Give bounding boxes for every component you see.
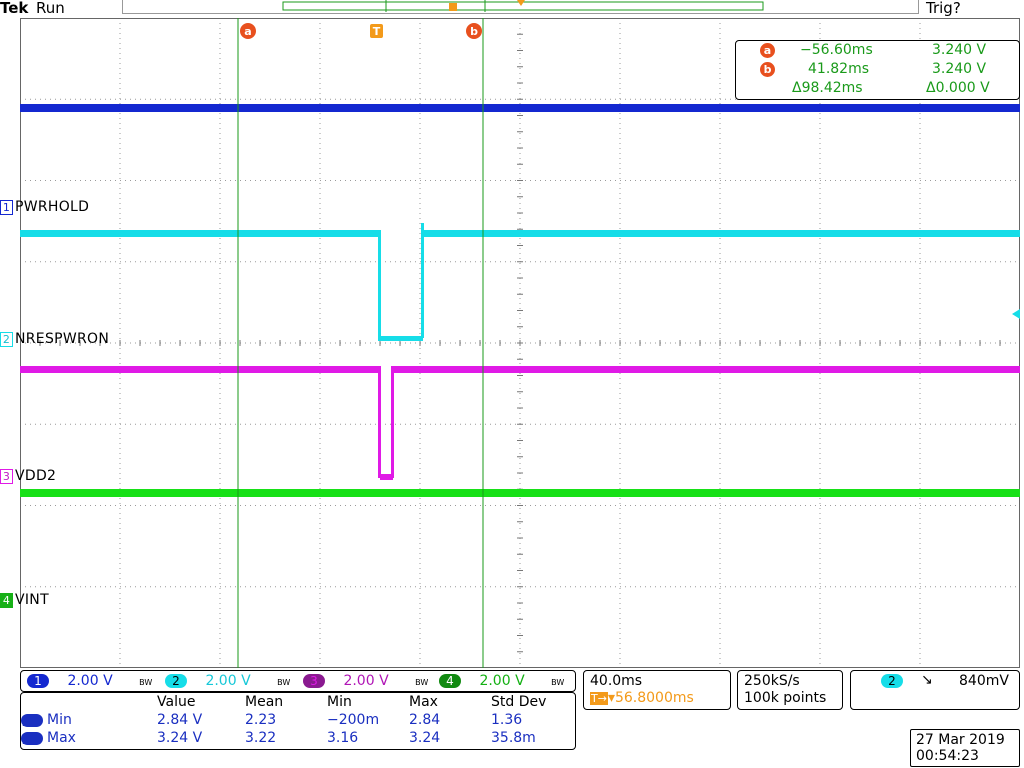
horizontal-panel[interactable]: 40.0ms T→▾56.8000ms [583, 670, 731, 710]
sample-rate: 250kS/s [744, 673, 800, 689]
trigger-level-arrow[interactable] [1012, 309, 1020, 319]
cursor-a-time: −56.60ms [800, 42, 873, 58]
time-scale: 40.0ms [590, 673, 643, 689]
trigger-source: 2 [881, 674, 903, 688]
ch4-scale[interactable]: 4 2.00 V BW [439, 673, 564, 689]
ch2-scale[interactable]: 2 2.00 V BW [165, 673, 290, 689]
acquisition-panel[interactable]: 250kS/s 100k points [737, 670, 843, 710]
cursor-delta-volt: Δ0.000 V [926, 80, 990, 96]
cursor-b-icon: b [760, 62, 775, 77]
record-length: 100k points [744, 690, 827, 706]
falling-edge-icon: ↘ [921, 672, 933, 688]
ch3-label[interactable]: 3 VDD2 [0, 468, 56, 484]
trigger-level: 840mV [959, 673, 1009, 689]
trigger-marker: T [370, 24, 383, 38]
brand-logo: Tek [0, 0, 29, 17]
run-state: Run [36, 0, 65, 17]
cursor-b-marker[interactable]: b [466, 23, 482, 39]
table-row[interactable]: 1 Min 2.84 V 2.23 −200m 2.84 1.36 [21, 711, 575, 730]
ch3-scale[interactable]: 3 2.00 V BW [303, 673, 428, 689]
ch2-label[interactable]: 2 NRESPWRON [0, 331, 109, 347]
measurement-table[interactable]: Value Mean Min Max Std Dev 1 Min 2.84 V 2… [20, 692, 576, 750]
waveform-display[interactable]: a T b [20, 18, 1020, 668]
cursor-a-volt: 3.240 V [932, 42, 987, 58]
cursor-delta-time: Δ98.42ms [792, 80, 863, 96]
date-text: 27 Mar 2019 [916, 732, 1005, 748]
datetime-panel: 27 Mar 2019 00:54:23 [910, 729, 1020, 767]
trigger-panel[interactable]: 2 ↘ 840mV [850, 670, 1020, 710]
ch4-label[interactable]: 4 VINT [0, 592, 49, 608]
ch1-scale[interactable]: 1 2.00 V BW [27, 673, 152, 689]
trigger-position: T→▾56.8000ms [590, 690, 694, 706]
cursor-a-marker[interactable]: a [240, 23, 256, 39]
trigger-state: Trig? [926, 0, 961, 17]
ch4-trace [20, 489, 1020, 497]
ch1-trace [20, 104, 1020, 112]
cursor-b-volt: 3.240 V [932, 61, 987, 77]
vertical-scale-bar: 1 2.00 V BW 2 2.00 V BW 3 2.00 V BW 4 2.… [20, 670, 576, 692]
svg-text:T: T [373, 25, 381, 38]
measurement-header-row: Value Mean Min Max Std Dev [157, 694, 547, 710]
status-bar: Tek Run Trig? [0, 0, 1024, 18]
svg-text:a: a [244, 25, 251, 38]
table-row[interactable]: 1 Max 3.24 V 3.22 3.16 3.24 35.8m [21, 729, 575, 748]
cursor-b-time: 41.82ms [808, 61, 870, 77]
record-view[interactable] [122, 0, 919, 14]
cursor-a-icon: a [760, 43, 775, 58]
cursor-readout: a −56.60ms 3.240 V b 41.82ms 3.240 V Δ98… [735, 40, 1020, 100]
svg-text:b: b [470, 25, 478, 38]
ch1-label[interactable]: 1 PWRHOLD [0, 199, 89, 215]
time-text: 00:54:23 [916, 748, 979, 764]
